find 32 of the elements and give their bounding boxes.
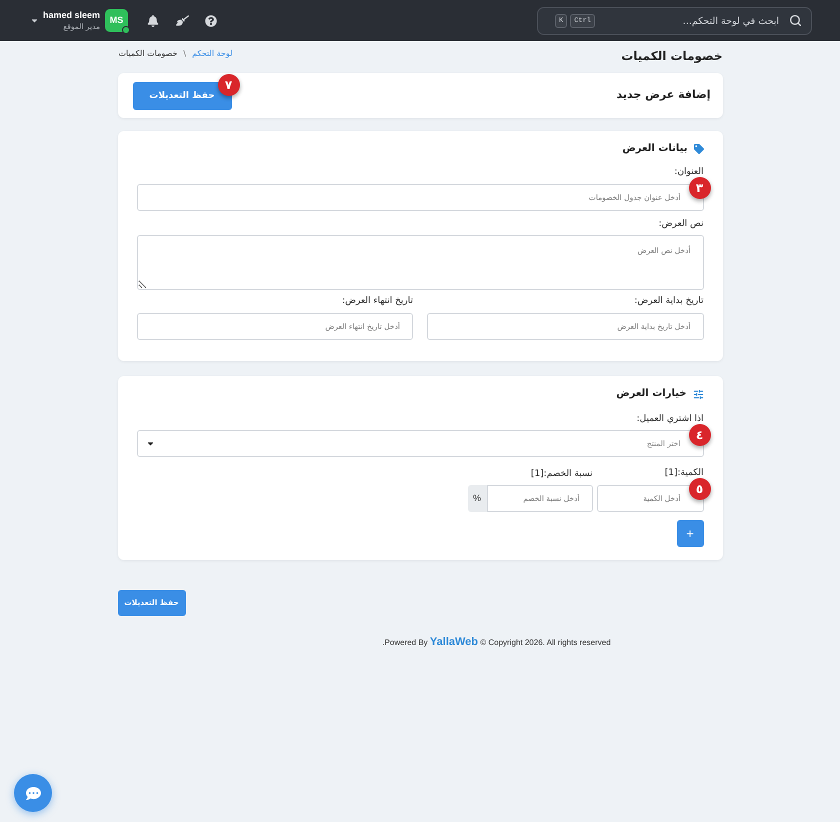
step-marker: ٥	[688, 478, 710, 500]
chat-button[interactable]	[14, 774, 52, 812]
bell-icon[interactable]	[147, 14, 160, 26]
breadcrumb-current: خصومات الكميات	[118, 48, 178, 60]
field-label: اذا اشتري العميل:	[636, 413, 704, 426]
section-title: بيانات العرض	[622, 142, 688, 156]
add-button[interactable]: +	[676, 520, 704, 547]
field-label: نسبة الخصم:[1]	[530, 468, 592, 481]
field-label: نص العرض:	[658, 218, 704, 231]
user-name: hamed sleem	[43, 8, 100, 20]
chat-icon	[26, 786, 40, 800]
step-marker: ٧	[218, 74, 240, 96]
field-label: العنوان:	[674, 166, 704, 179]
section-title: خيارات العرض	[616, 387, 686, 401]
breadcrumb-link[interactable]: لوحة التحكم	[192, 48, 232, 60]
tag-icon	[694, 144, 704, 154]
field-label: تاريخ بداية العرض:	[634, 295, 704, 308]
search-icon	[789, 14, 802, 27]
step-marker: ٣	[688, 177, 710, 199]
avatar[interactable]: MS	[105, 9, 128, 32]
broom-icon[interactable]	[176, 14, 190, 27]
card-title: إضافة عرض جديد	[616, 87, 710, 104]
step-marker: ٤	[688, 424, 710, 446]
page-title: خصومات الكميات	[621, 48, 722, 65]
percent-addon: %	[468, 485, 486, 512]
breadcrumb-separator: \	[183, 48, 186, 60]
field-label: تاريخ انتهاء العرض:	[342, 295, 413, 308]
sliders-icon	[692, 388, 704, 400]
field-label: الكمية:[1]	[664, 467, 704, 480]
help-icon[interactable]	[205, 14, 218, 26]
footer-link[interactable]: YallaWeb	[430, 636, 478, 648]
footer-text: .Powered By YallaWeb © Copyright 2026. All rights reserved	[382, 635, 611, 650]
